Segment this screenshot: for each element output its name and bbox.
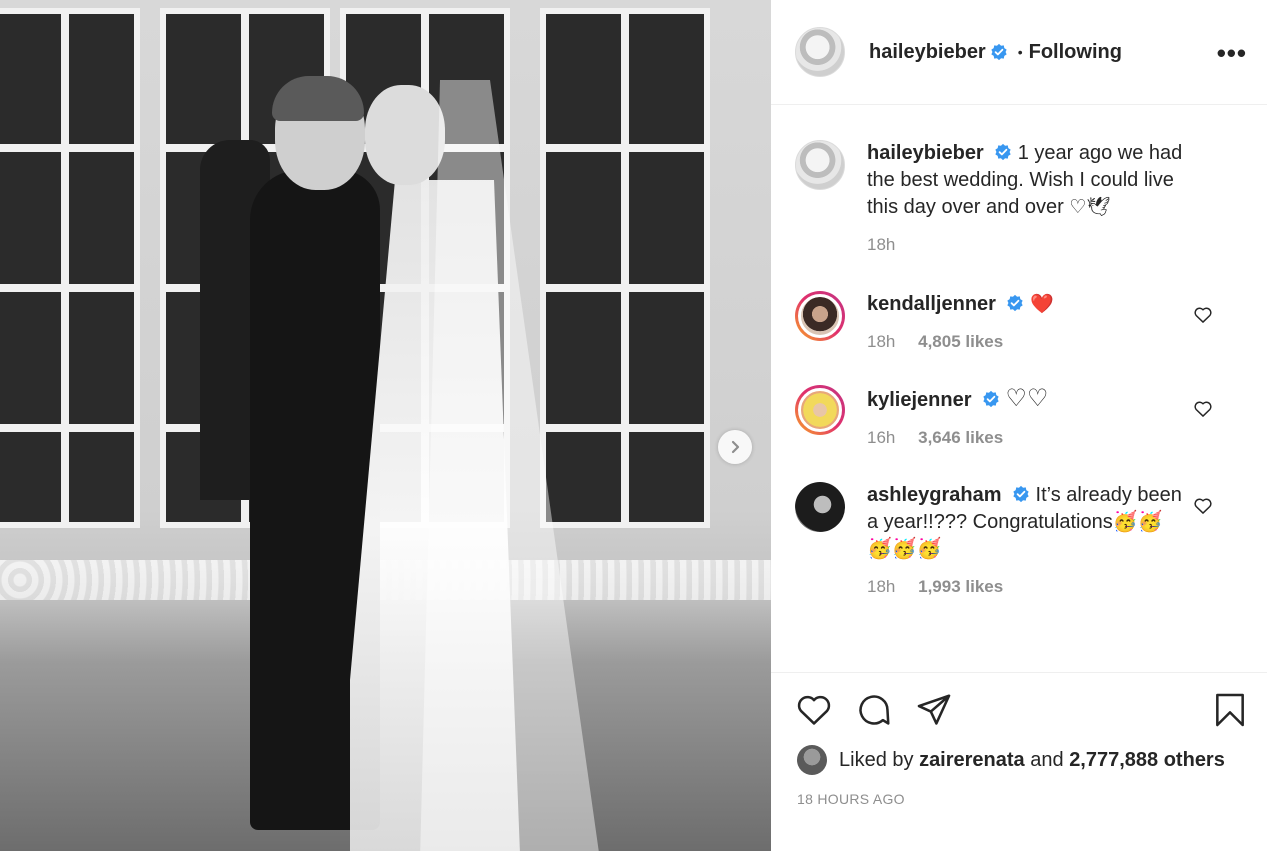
- author-username[interactable]: haileybieber: [869, 41, 986, 64]
- comment-text: ♡♡: [1005, 385, 1049, 412]
- photo-window: [0, 8, 140, 528]
- comment-item: ashleygraham It’s already been a year!!?…: [795, 482, 1243, 597]
- post-photo[interactable]: [0, 0, 771, 851]
- likes-count[interactable]: 2,777,888 others: [1069, 749, 1225, 772]
- comment-likes[interactable]: 4,805 likes: [918, 332, 1003, 351]
- verified-badge-icon: [1012, 485, 1029, 503]
- author-avatar[interactable]: [795, 27, 845, 77]
- liked-by-prefix: Liked by: [839, 748, 914, 771]
- photo-couple: [200, 76, 600, 851]
- comment-time[interactable]: 18h: [867, 577, 895, 596]
- verified-badge-icon: [1007, 294, 1023, 312]
- photo-window: [540, 8, 710, 528]
- post-header: haileybieber • Following •••: [771, 0, 1267, 105]
- comments-list: haileybieber 1 year ago we had the best …: [771, 106, 1267, 671]
- post-timestamp[interactable]: 18 HOURS AGO: [797, 791, 905, 807]
- comment-item: kendalljenner ❤️ 18h 4,805 likes: [795, 291, 1243, 352]
- post-actions: Liked by zairerenata and 2,777,888 other…: [771, 672, 1267, 851]
- comment-likes[interactable]: 1,993 likes: [918, 577, 1003, 596]
- bookmark-icon[interactable]: [1211, 691, 1249, 729]
- heart-icon[interactable]: [795, 691, 833, 729]
- verified-badge-icon: [995, 143, 1011, 161]
- commenter-avatar[interactable]: [795, 291, 845, 341]
- comment-icon[interactable]: [855, 691, 893, 729]
- comment-username[interactable]: kyliejenner: [867, 389, 972, 411]
- comment-time[interactable]: 16h: [867, 428, 895, 447]
- liked-by-middle: and: [1030, 748, 1064, 771]
- commenter-avatar[interactable]: [795, 385, 845, 435]
- caption: haileybieber 1 year ago we had the best …: [795, 140, 1243, 255]
- separator-dot: •: [1017, 44, 1023, 60]
- comment-username[interactable]: kendalljenner: [867, 293, 996, 315]
- caption-time[interactable]: 18h: [867, 235, 895, 254]
- chevron-right-icon: [731, 440, 740, 454]
- next-photo-button[interactable]: [718, 430, 752, 464]
- caption-emoji: ♡🕊: [1069, 197, 1111, 218]
- comment-likes[interactable]: 3,646 likes: [918, 428, 1003, 447]
- verified-badge-icon: [991, 43, 1007, 61]
- comment-time[interactable]: 18h: [867, 332, 895, 351]
- heart-icon[interactable]: [1193, 496, 1213, 516]
- heart-icon[interactable]: [1193, 399, 1213, 419]
- commenter-avatar[interactable]: [795, 482, 845, 532]
- author-avatar[interactable]: [795, 140, 845, 190]
- following-button[interactable]: Following: [1029, 41, 1122, 64]
- liked-by: Liked by zairerenata and 2,777,888 other…: [797, 745, 1225, 775]
- liked-by-user[interactable]: zairerenata: [919, 749, 1025, 772]
- more-options-icon[interactable]: •••: [1217, 38, 1247, 69]
- verified-badge-icon: [982, 390, 999, 408]
- post-side-panel: haileybieber • Following ••• haileybiebe…: [771, 0, 1267, 851]
- comment-text: ❤️: [1029, 294, 1054, 315]
- share-icon[interactable]: [915, 691, 953, 729]
- comment-item: kyliejenner ♡♡ 16h 3,646 likes: [795, 385, 1243, 448]
- liker-avatar[interactable]: [797, 745, 827, 775]
- heart-icon[interactable]: [1193, 305, 1213, 325]
- comment-username[interactable]: ashleygraham: [867, 484, 1002, 506]
- caption-username[interactable]: haileybieber: [867, 142, 984, 164]
